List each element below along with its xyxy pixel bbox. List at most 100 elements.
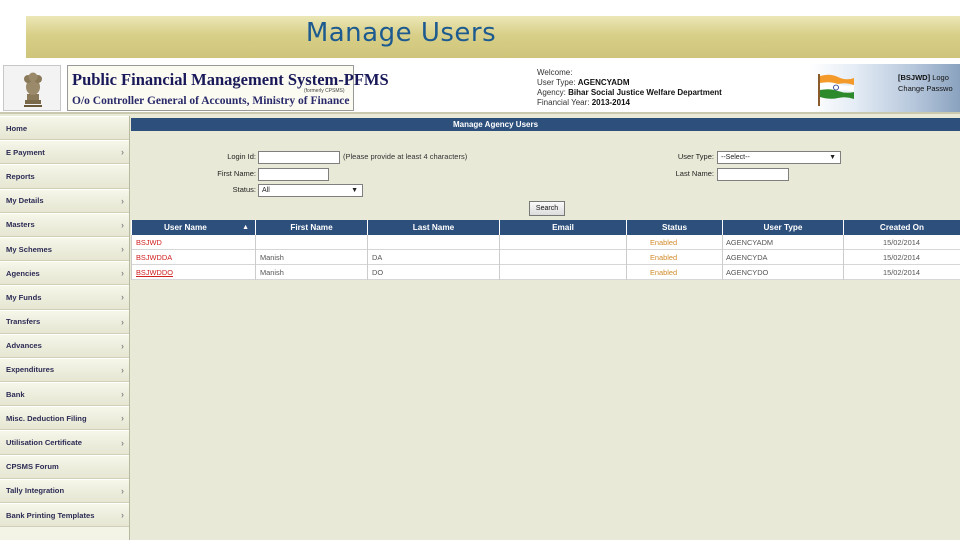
- sidebar-item-label: My Funds: [6, 292, 42, 302]
- users-table: User Name ▲ First Name Last Name Email Status…: [131, 220, 960, 280]
- user-type-label: User Type:: [537, 78, 576, 87]
- sidebar-item[interactable]: Bank Printing Templates ›: [0, 503, 129, 528]
- table-row[interactable]: BSJWDDO Manish DO Enabled AGENCYDO 15/02/2014: [131, 265, 960, 280]
- sidebar-item-label: Masters: [6, 220, 35, 230]
- sidebar-item[interactable]: E Payment ›: [0, 140, 129, 165]
- sidebar-item[interactable]: Reports: [0, 164, 129, 189]
- sidebar-item-label: Agencies: [6, 268, 40, 278]
- table-cell: Enabled: [626, 265, 722, 280]
- sidebar-item-label: E Payment: [6, 147, 45, 157]
- user-type-value: AGENCYADM: [577, 78, 630, 87]
- chevron-down-icon: ▼: [351, 187, 358, 194]
- chevron-right-icon: ›: [121, 195, 124, 206]
- column-header[interactable]: User Type: [722, 220, 843, 235]
- first-name-input[interactable]: [258, 168, 329, 181]
- table-cell: AGENCYDO: [722, 265, 843, 280]
- sidebar-item[interactable]: My Details ›: [0, 188, 129, 213]
- last-name-input[interactable]: [717, 168, 789, 181]
- panel-title: Manage Agency Users: [131, 118, 960, 131]
- pfms-logo[interactable]: Public Financial Management System-PFMS …: [67, 65, 389, 111]
- sidebar-item[interactable]: Transfers ›: [0, 309, 129, 334]
- table-row[interactable]: BSJWD Enabled AGENCYADM 15/02/2014: [131, 235, 960, 250]
- india-flag-icon: [818, 74, 854, 106]
- sidebar-item[interactable]: CPSMS Forum: [0, 454, 129, 479]
- sidebar-item-label: Misc. Deduction Filing: [6, 413, 87, 423]
- pfms-screenshot: Public Financial Management System-PFMS …: [0, 62, 960, 540]
- last-name-label: Last Name:: [675, 169, 714, 178]
- table-cell: [499, 265, 626, 280]
- welcome-info: Welcome: User Type: AGENCYADM Agency: Bi…: [537, 68, 722, 108]
- welcome-greeting: Welcome:: [537, 68, 573, 77]
- sidebar-item-label: Reports: [6, 171, 35, 181]
- sidebar-nav: Home E Payment › Reports My Details › Masters ›…: [0, 116, 130, 540]
- login-id-input[interactable]: [258, 151, 340, 164]
- chevron-right-icon: ›: [121, 268, 124, 279]
- table-cell[interactable]: BSJWDDO: [131, 265, 255, 280]
- column-header[interactable]: First Name: [255, 220, 367, 235]
- financial-year-label: Financial Year:: [537, 98, 590, 107]
- user-type-select[interactable]: --Select-- ▼: [717, 151, 841, 164]
- table-cell[interactable]: BSJWD: [131, 235, 255, 250]
- sidebar-item-label: Bank: [6, 389, 25, 399]
- table-cell: AGENCYDA: [722, 250, 843, 265]
- table-body: BSJWD Enabled AGENCYADM 15/02/2014 BSJWDDA Ma…: [131, 235, 960, 280]
- column-header-label: First Name: [290, 223, 333, 232]
- table-cell: 15/02/2014: [843, 265, 960, 280]
- logo-subtitle: O/o Controller General of Accounts, Mini…: [72, 95, 350, 107]
- column-header[interactable]: Created On: [843, 220, 960, 235]
- chevron-right-icon: ›: [121, 292, 124, 303]
- table-cell: [499, 250, 626, 265]
- chevron-right-icon: ›: [121, 316, 124, 327]
- sidebar-item[interactable]: Expenditures ›: [0, 357, 129, 383]
- chevron-right-icon: ›: [121, 413, 124, 424]
- table-cell: 15/02/2014: [843, 250, 960, 265]
- column-header[interactable]: User Name ▲: [131, 220, 255, 235]
- app-header: Public Financial Management System-PFMS …: [0, 62, 960, 114]
- sidebar-item[interactable]: My Schemes ›: [0, 236, 129, 262]
- logo-title: Public Financial Management System-PFMS: [72, 70, 389, 89]
- column-header-label: Status: [661, 223, 688, 232]
- user-type-select-value: --Select--: [721, 154, 750, 161]
- column-header-label: Last Name: [412, 223, 455, 232]
- user-type-label: User Type:: [677, 152, 714, 161]
- sidebar-item[interactable]: Tally Integration ›: [0, 478, 129, 503]
- table-cell: Enabled: [626, 235, 722, 250]
- table-cell[interactable]: BSJWDDA: [131, 250, 255, 265]
- chevron-right-icon: ›: [121, 244, 124, 255]
- sidebar-item-label: Transfers: [6, 317, 41, 327]
- table-cell: Enabled: [626, 250, 722, 265]
- sidebar-item[interactable]: Utilisation Certificate ›: [0, 430, 129, 455]
- table-cell: [499, 235, 626, 250]
- table-cell: Manish: [255, 265, 367, 280]
- sidebar-item-label: Home: [6, 123, 28, 133]
- main-content: Manage Agency Users Login Id: (Please pr…: [131, 116, 960, 540]
- sidebar-item-label: Tally Integration: [6, 486, 65, 496]
- sidebar-item[interactable]: Advances ›: [0, 333, 129, 358]
- sidebar-item[interactable]: Masters ›: [0, 212, 129, 237]
- sidebar-item[interactable]: Agencies ›: [0, 261, 129, 286]
- login-id-hint: (Please provide at least 4 characters): [343, 152, 468, 161]
- chevron-right-icon: ›: [121, 437, 124, 448]
- table-row[interactable]: BSJWDDA Manish DA Enabled AGENCYDA 15/02/2014: [131, 250, 960, 265]
- column-header[interactable]: Last Name: [367, 220, 499, 235]
- chevron-right-icon: ›: [121, 510, 124, 521]
- logout-link[interactable]: Logo: [932, 73, 949, 82]
- column-header[interactable]: Status: [626, 220, 722, 235]
- sidebar-item[interactable]: Home: [0, 116, 129, 141]
- logo-formerly: (formerly CPSMS): [304, 88, 345, 94]
- column-header-label: User Type: [763, 223, 803, 232]
- table-cell: 15/02/2014: [843, 235, 960, 250]
- login-id-label: Login Id:: [227, 152, 256, 161]
- status-select[interactable]: All ▼: [258, 184, 363, 197]
- column-header[interactable]: Email: [499, 220, 626, 235]
- column-header-label: User Name: [164, 223, 207, 232]
- sidebar-item-label: Utilisation Certificate: [6, 438, 82, 448]
- agency-value: Bihar Social Justice Welfare Department: [568, 88, 722, 97]
- change-password-link[interactable]: Change Passwo: [898, 84, 953, 93]
- status-select-value: All: [262, 187, 270, 194]
- column-header-label: Email: [552, 223, 574, 232]
- search-button[interactable]: Search: [529, 201, 565, 216]
- sidebar-item[interactable]: My Funds ›: [0, 285, 129, 310]
- sidebar-item[interactable]: Misc. Deduction Filing ›: [0, 406, 129, 431]
- sidebar-item[interactable]: Bank ›: [0, 382, 129, 407]
